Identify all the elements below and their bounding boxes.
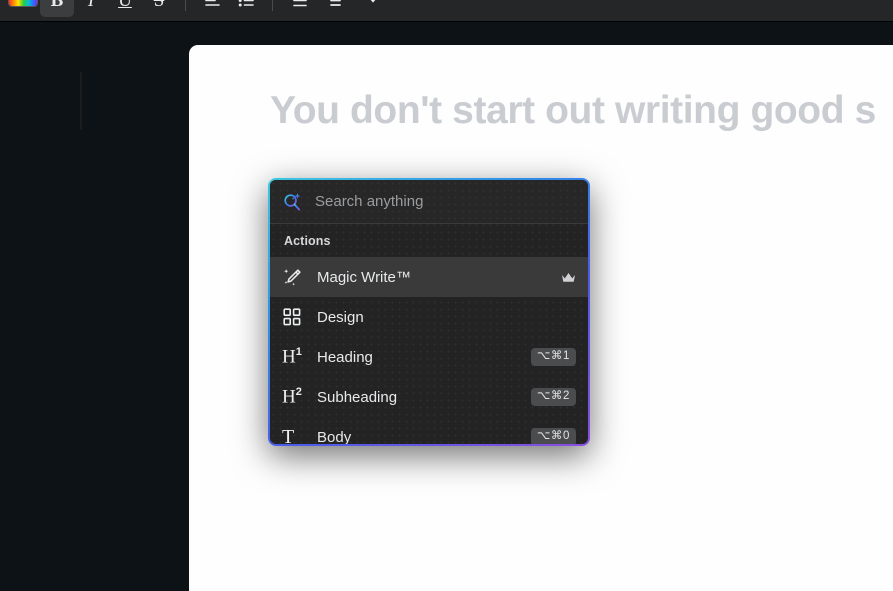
crown-icon [561, 271, 576, 284]
palette-item-label: Magic Write™ [317, 268, 411, 286]
palette-item-magic-write[interactable]: Magic Write™ [270, 257, 588, 297]
palette-item-shortcut: ⌥⌘1 [531, 347, 576, 367]
strikethrough-icon: S [153, 0, 165, 11]
bullet-list-icon [238, 0, 254, 6]
italic-icon: I [87, 0, 95, 11]
text-color-swatch-button[interactable] [6, 0, 40, 17]
chevron-down-icon [370, 0, 375, 3]
palette-item-subheading[interactable]: H2 Subheading ⌥⌘2 [270, 377, 588, 417]
line-spacing-button[interactable] [282, 0, 316, 17]
palette-item-label: Heading [317, 348, 373, 366]
canva-docs-editor: B I U S You don't start out writing good… [0, 0, 893, 591]
heading-two-icon: H2 [282, 386, 302, 408]
palette-item-label: Subheading [317, 388, 398, 406]
palette-search-row[interactable] [270, 180, 588, 224]
palette-item-body[interactable]: T Body ⌥⌘0 [270, 417, 588, 444]
bold-icon: B [50, 0, 64, 11]
search-sparkle-icon [284, 193, 301, 211]
numbered-list-button[interactable] [316, 0, 350, 17]
bold-button[interactable]: B [40, 0, 74, 17]
heading-one-icon: H1 [282, 346, 302, 368]
palette-search-input[interactable] [315, 189, 588, 214]
toolbar-divider [185, 0, 186, 11]
underline-icon: U [118, 0, 132, 11]
grid-squares-icon [282, 307, 308, 327]
palette-item-label: Body [317, 428, 352, 445]
underline-button[interactable]: U [108, 0, 142, 17]
line-spacing-icon [292, 0, 307, 6]
palette-item-label: Design [317, 308, 364, 326]
bullet-list-button[interactable] [229, 0, 263, 17]
command-palette-body: Actions Magic Write™ [270, 180, 588, 444]
align-left-icon [204, 0, 220, 6]
palette-item-design[interactable]: Design [270, 297, 588, 337]
strikethrough-button[interactable]: S [142, 0, 176, 17]
align-button[interactable] [195, 0, 229, 17]
document-title-text[interactable]: You don't start out writing good s [270, 91, 876, 130]
magic-wand-pencil-icon [282, 267, 308, 288]
palette-item-heading[interactable]: H1 Heading ⌥⌘1 [270, 337, 588, 377]
command-palette: Actions Magic Write™ [268, 178, 590, 446]
palette-item-shortcut: ⌥⌘0 [531, 427, 576, 444]
palette-item-shortcut: ⌥⌘2 [531, 387, 576, 407]
rainbow-color-swatch-icon [9, 0, 37, 6]
text-body-icon: T [282, 426, 295, 444]
text-cursor-caret [80, 72, 82, 130]
toolbar-divider-2 [272, 0, 273, 11]
palette-section-actions-label: Actions [284, 233, 331, 248]
italic-button[interactable]: I [74, 0, 108, 17]
numbered-list-icon [329, 0, 341, 6]
more-options-button[interactable] [350, 0, 384, 17]
formatting-toolbar: B I U S [0, 0, 893, 22]
